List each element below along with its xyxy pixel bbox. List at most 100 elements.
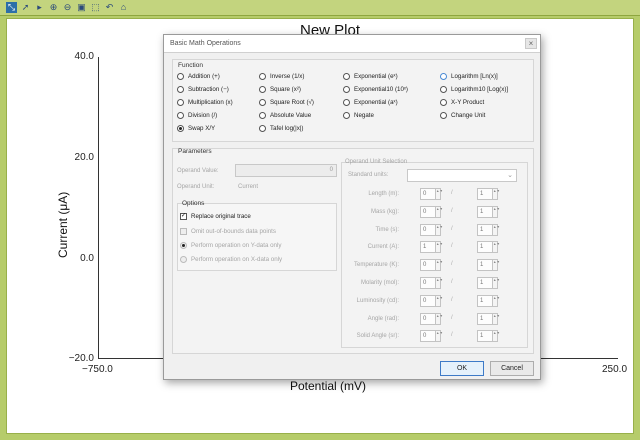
spinner-arrows-icon[interactable]: ▲▼: [435, 259, 443, 272]
spinner-arrows-icon[interactable]: ▲▼: [435, 188, 443, 200]
spinner-arrows-icon[interactable]: ▲▼: [492, 312, 500, 325]
fraction-slash: /: [451, 314, 453, 321]
function-radio-14[interactable]: Logarithm [Ln(x)]: [440, 73, 498, 80]
radio-circle: [177, 73, 184, 80]
ok-button[interactable]: OK: [440, 361, 484, 376]
function-radio-7[interactable]: Square Root (√): [259, 99, 314, 106]
radio-circle: [440, 99, 447, 106]
radio-circle: [259, 125, 266, 132]
undo-icon[interactable]: ↶: [104, 2, 115, 13]
spinner-arrows-icon[interactable]: ▲▼: [435, 241, 443, 254]
spinner-arrows-icon[interactable]: ▲▼: [492, 205, 500, 218]
unit-denominator-spinner[interactable]: 1: [477, 241, 493, 254]
select-arrow-icon[interactable]: ⤡: [6, 2, 17, 13]
unit-numerator-spinner[interactable]: 0: [420, 259, 436, 272]
spinner-arrows-icon[interactable]: ▲▼: [435, 277, 443, 289]
spinner-arrows-icon[interactable]: ▲▼: [492, 330, 500, 343]
radio-circle: [259, 112, 266, 119]
radio-circle: [440, 86, 447, 93]
unit-denominator-spinner[interactable]: 1: [477, 223, 493, 236]
zoom-box-icon[interactable]: ⬚: [90, 2, 101, 13]
y-tick-label: −20.0: [68, 353, 94, 364]
omit-out-of-bounds-checkbox[interactable]: Omit out-of-bounds data points: [180, 228, 276, 235]
cancel-button[interactable]: Cancel: [490, 361, 534, 376]
zoom-in-icon[interactable]: ⊕: [48, 2, 59, 13]
function-radio-0[interactable]: Addition (+): [177, 73, 220, 80]
function-radio-5[interactable]: Inverse (1/x): [259, 73, 304, 80]
fraction-slash: /: [451, 261, 453, 268]
unit-numerator-spinner[interactable]: 0: [420, 205, 436, 218]
function-radio-12[interactable]: Exponential (aˣ): [343, 99, 398, 106]
function-radio-9[interactable]: Tafel log(|x|): [259, 125, 303, 132]
function-radio-10[interactable]: Exponential (eˣ): [343, 73, 398, 80]
function-label: Swap X/Y: [188, 125, 216, 132]
function-radio-11[interactable]: Exponential10 (10ˣ): [343, 86, 408, 93]
spinner-arrows-icon[interactable]: ▲▼: [492, 294, 500, 307]
home-icon[interactable]: ⌂: [118, 2, 129, 13]
function-label: Logarithm10 [Log(x)]: [451, 86, 509, 93]
unit-denominator-spinner[interactable]: 1: [477, 312, 493, 325]
function-label: Logarithm [Ln(x)]: [451, 73, 498, 80]
radio-circle: [177, 99, 184, 106]
operand-value-field[interactable]: 0: [235, 164, 337, 177]
function-radio-4[interactable]: Swap X/Y: [177, 125, 215, 132]
parameters-group-label: Parameters: [178, 148, 212, 155]
unit-denominator-spinner[interactable]: 1: [477, 188, 493, 200]
function-radio-16[interactable]: X-Y Product: [440, 99, 484, 106]
unit-selection-label: Operand Unit Selection: [345, 159, 408, 165]
unit-denominator-spinner[interactable]: 1: [477, 205, 493, 218]
spinner-arrows-icon[interactable]: ▲▼: [435, 223, 443, 236]
function-label: Multiplication (x): [188, 99, 233, 106]
unit-numerator-spinner[interactable]: 0: [420, 277, 436, 289]
function-label: Subtraction (−): [188, 86, 229, 93]
function-radio-8[interactable]: Absolute Value: [259, 112, 311, 119]
function-label: Exponential (aˣ): [354, 99, 398, 106]
unit-denominator-spinner[interactable]: 1: [477, 294, 493, 307]
function-radio-6[interactable]: Square (x²): [259, 86, 301, 93]
replace-trace-checkbox[interactable]: ✓ Replace original trace: [180, 213, 251, 220]
unit-label: Solid Angle (sr):: [356, 333, 399, 340]
perform-x-radio[interactable]: Perform operation on X-data only: [180, 256, 282, 263]
zoom-fit-icon[interactable]: ▣: [76, 2, 87, 13]
spinner-arrows-icon[interactable]: ▲▼: [492, 259, 500, 272]
spinner-arrows-icon[interactable]: ▲▼: [435, 294, 443, 307]
spinner-arrows-icon[interactable]: ▲▼: [492, 188, 500, 200]
unit-numerator-spinner[interactable]: 0: [420, 294, 436, 307]
perform-y-radio[interactable]: Perform operation on Y-data only: [180, 242, 281, 249]
function-radio-2[interactable]: Multiplication (x): [177, 99, 233, 106]
function-radio-17[interactable]: Change Unit: [440, 112, 485, 119]
standard-units-select[interactable]: ⌄: [407, 169, 517, 182]
unit-label: Current (A):: [367, 244, 399, 251]
radio-circle: [440, 112, 447, 119]
dialog-title: Basic Math Operations: [170, 40, 241, 47]
spinner-arrows-icon[interactable]: ▲▼: [435, 205, 443, 218]
spinner-arrows-icon[interactable]: ▲▼: [492, 277, 500, 289]
perform-y-label: Perform operation on Y-data only: [191, 242, 282, 249]
function-radio-13[interactable]: Negate: [343, 112, 374, 119]
zoom-out-icon[interactable]: ⊖: [62, 2, 73, 13]
function-label: Inverse (1/x): [270, 73, 305, 80]
unit-numerator-spinner[interactable]: 0: [420, 312, 436, 325]
function-radio-15[interactable]: Logarithm10 [Log(x)]: [440, 86, 508, 93]
spinner-arrows-icon[interactable]: ▲▼: [435, 330, 443, 343]
pointer-icon[interactable]: ➚: [20, 2, 31, 13]
spinner-arrows-icon[interactable]: ▲▼: [435, 312, 443, 325]
small-arrow-icon[interactable]: ▸: [34, 2, 45, 13]
function-radio-1[interactable]: Subtraction (−): [177, 86, 229, 93]
unit-numerator-spinner[interactable]: 1: [420, 241, 436, 254]
fraction-slash: /: [451, 279, 453, 285]
unit-denominator-spinner[interactable]: 1: [477, 277, 493, 289]
close-icon[interactable]: ×: [525, 38, 537, 49]
spinner-arrows-icon[interactable]: ▲▼: [492, 241, 500, 254]
toolbar: ⤡ ➚ ▸ ⊕ ⊖ ▣ ⬚ ↶ ⌂: [0, 0, 640, 16]
unit-label: Time (s):: [375, 226, 399, 233]
operand-unit-value: Current: [238, 184, 259, 190]
spinner-arrows-icon[interactable]: ▲▼: [492, 223, 500, 236]
unit-numerator-spinner[interactable]: 0: [420, 188, 436, 200]
unit-denominator-spinner[interactable]: 1: [477, 330, 493, 343]
unit-denominator-spinner[interactable]: 1: [477, 259, 493, 272]
unit-numerator-spinner[interactable]: 0: [420, 330, 436, 343]
function-radio-3[interactable]: Division (/): [177, 112, 217, 119]
unit-numerator-spinner[interactable]: 0: [420, 223, 436, 236]
unit-label: Angle (rad):: [367, 315, 399, 322]
